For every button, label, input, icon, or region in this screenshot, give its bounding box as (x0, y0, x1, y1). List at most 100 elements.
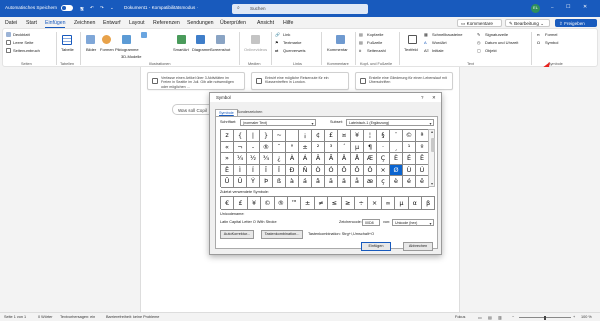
close-button[interactable]: ✕ (583, 4, 587, 10)
symbol-cell[interactable]: ¥ (351, 130, 364, 142)
scroll-thumb[interactable] (430, 138, 435, 152)
symbol-cell[interactable]: é (403, 176, 416, 188)
recent-symbol-cell[interactable]: α (408, 197, 422, 210)
symbol-cell[interactable]: ½ (247, 153, 260, 165)
code-system-select[interactable]: Unicode (hex) (392, 219, 434, 226)
symbol-cell[interactable]: ç (377, 176, 390, 188)
symbol-cell[interactable]: } (260, 130, 273, 142)
symbol-cell[interactable]: â (312, 176, 325, 188)
recent-symbol-cell[interactable]: ™ (288, 197, 302, 210)
recent-symbol-cell[interactable]: © (261, 197, 275, 210)
symbol-cell[interactable]: Õ (351, 164, 364, 177)
symbol-cell[interactable]: Ñ (299, 164, 312, 177)
recent-symbol-cell[interactable]: £ (234, 197, 248, 210)
zoom-in-icon[interactable]: + (573, 315, 575, 319)
tab-start[interactable]: Start (26, 20, 37, 26)
symbol-cell[interactable]: Ë (221, 164, 234, 177)
recent-symbol-cell[interactable]: ® (274, 197, 288, 210)
symbol-cell[interactable]: Þ (260, 176, 273, 188)
header-button[interactable]: Kopfzeile (367, 32, 383, 37)
symbol-cell[interactable]: Ì (234, 164, 247, 177)
search-box[interactable]: ⌕ Suchen (232, 3, 368, 14)
symbol-cell[interactable]: Ý (247, 176, 260, 188)
recent-symbol-cell[interactable]: ± (301, 197, 315, 210)
online-video-button[interactable]: Onlinevideos (244, 47, 267, 52)
symbol-cell[interactable]: ä (338, 176, 351, 188)
symbol-cell[interactable]: ° (286, 141, 299, 154)
symbol-cell[interactable]: æ (364, 176, 377, 188)
symbol-cell[interactable]: à (286, 176, 299, 188)
recent-symbol-cell[interactable]: ÷ (355, 197, 369, 210)
redo-icon[interactable]: ↷ (100, 5, 104, 11)
recent-symbol-cell[interactable]: ¥ (247, 197, 262, 210)
tab-file[interactable]: Datei (5, 20, 17, 26)
text-predictions[interactable]: Textvorhersagen: ein (60, 315, 95, 319)
symbol-cell[interactable]: Ò (312, 164, 325, 177)
symbol-cell[interactable]: ® (260, 141, 273, 154)
symbol-cell[interactable]: Á (299, 153, 312, 165)
cancel-button[interactable]: Abbrechen (403, 242, 433, 251)
symbol-cell[interactable]: ¾ (260, 153, 273, 165)
recent-symbol-cell[interactable]: ∞ (381, 197, 396, 210)
symbol-cell[interactable]: ¹ (403, 141, 416, 154)
tab-layout[interactable]: Layout (129, 20, 145, 26)
page-break-button[interactable]: Seitenumbruch (13, 48, 40, 53)
autocorrect-button[interactable]: AutoKorrektur... (220, 230, 254, 239)
tab-mailings[interactable]: Sendungen (187, 20, 214, 26)
copilot-suggestion-card[interactable]: Entwirf eine mögliche Reiseroute für ein… (251, 72, 349, 90)
symbol-cell[interactable]: Ð (286, 164, 299, 177)
web-layout-icon[interactable]: ▥ (498, 315, 502, 320)
symbol-cell[interactable]: § (377, 130, 390, 142)
icons-button[interactable]: Piktogramme (115, 47, 139, 52)
signature-line-button[interactable]: Signaturzeile (485, 32, 508, 37)
object-button[interactable]: Objekt (485, 48, 497, 53)
symbol-cell[interactable]: ¨ (390, 130, 403, 142)
drop-cap-button[interactable]: Initiale (432, 48, 444, 53)
page-count[interactable]: Seite 1 von 1 (4, 315, 26, 319)
symbol-cell[interactable]: ´ (338, 141, 351, 154)
recent-symbol-cell[interactable]: ≥ (341, 197, 355, 210)
tab-help[interactable]: Hilfe (283, 20, 293, 26)
zoom-level[interactable]: 100 % (581, 315, 592, 319)
symbol-cell[interactable] (286, 130, 299, 142)
comments-button[interactable]: ▭ Kommentare (457, 18, 502, 27)
link-button[interactable]: Link (283, 32, 290, 37)
symbol-cell[interactable]: × (377, 164, 390, 177)
tab-special-characters[interactable]: Sonderzeichen (234, 109, 265, 116)
share-button[interactable]: ⇪ Freigeben (555, 18, 597, 27)
symbol-cell[interactable]: © (403, 130, 416, 142)
more-icon[interactable]: ⌄ (110, 5, 114, 11)
minimize-button[interactable]: – (551, 5, 554, 10)
symbol-cell[interactable]: z (221, 130, 234, 142)
undo-icon[interactable]: ↶ (90, 5, 94, 11)
print-layout-icon[interactable]: ▤ (488, 315, 492, 320)
word-count[interactable]: 0 Wörter (38, 315, 53, 319)
recent-symbol-cell[interactable]: β (422, 197, 436, 210)
symbol-cell[interactable]: ± (299, 141, 312, 154)
quick-parts-button[interactable]: Schnellbausteine (432, 32, 462, 37)
symbol-cell[interactable]: Ï (273, 164, 286, 177)
symbol-grid-scrollbar[interactable]: ▲ ▼ (428, 129, 435, 187)
table-button[interactable]: Tabelle (61, 47, 74, 52)
cover-page-button[interactable]: Deckblatt (13, 32, 30, 37)
scroll-up-icon[interactable]: ▲ (430, 130, 434, 134)
symbol-cell[interactable]: Ó (325, 164, 338, 177)
bookmark-button[interactable]: Textmarke (283, 40, 301, 45)
symbol-cell[interactable]: ß (273, 176, 286, 188)
chart-button[interactable]: Diagramm (192, 47, 210, 52)
textbox-button[interactable]: Textfeld (404, 47, 418, 52)
symbol-cell[interactable]: ¼ (234, 153, 247, 165)
symbol-cell[interactable]: ã (325, 176, 338, 188)
symbol-cell[interactable]: Î (260, 164, 273, 177)
symbol-cell[interactable]: Û (221, 176, 234, 188)
symbol-cell[interactable]: ¯ (273, 141, 286, 154)
symbol-cell[interactable]: è (390, 176, 403, 188)
symbol-cell[interactable]: ¤ (338, 130, 351, 142)
insert-button[interactable]: Einfügen (361, 242, 391, 251)
symbol-cell[interactable]: Â (312, 153, 325, 165)
zoom-out-icon[interactable]: − (512, 315, 514, 319)
recent-symbol-cell[interactable]: ≤ (328, 197, 342, 210)
symbol-cell[interactable]: Ô (338, 164, 351, 177)
symbol-cell[interactable]: ¿ (273, 153, 286, 165)
character-code-input[interactable]: 00D8 (362, 219, 380, 226)
